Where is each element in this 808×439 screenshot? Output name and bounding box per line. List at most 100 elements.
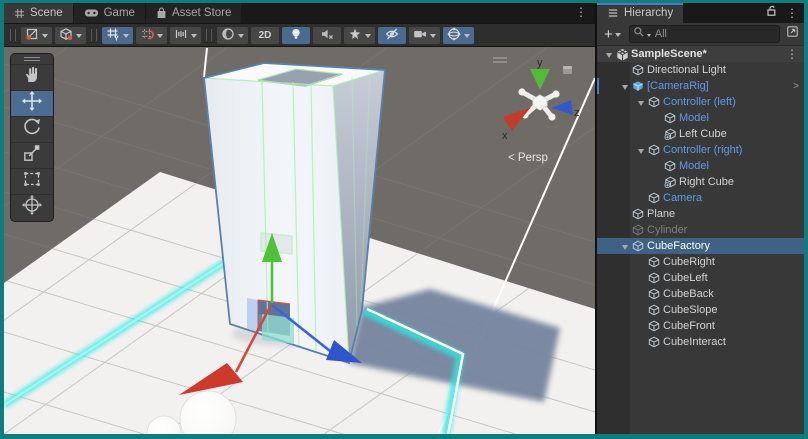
chevron-down-icon[interactable] [238, 34, 244, 41]
transform-icon [21, 194, 43, 221]
hierarchy-item-cubefactory[interactable]: CubeFactory [597, 238, 804, 254]
chevron-down-icon[interactable] [157, 34, 163, 41]
effects-button[interactable] [344, 27, 375, 44]
camera-icon [413, 27, 427, 44]
tab-hierarchy[interactable]: Hierarchy [597, 3, 684, 23]
hierarchy-item-directional-light[interactable]: Directional Light [597, 62, 804, 78]
cube-icon [663, 112, 677, 124]
snap-increment-button[interactable] [170, 27, 201, 44]
search-filter-chevron-icon[interactable] [647, 34, 651, 39]
hierarchy-item-right-cube[interactable]: Right Cube [597, 174, 804, 190]
cube-icon [647, 192, 661, 204]
scene-3d-canvas[interactable]: y x z < Persp [4, 47, 595, 434]
gizmos-button[interactable] [443, 27, 474, 44]
projection-label[interactable]: < Persp [508, 152, 548, 164]
scene-panel-menu-icon[interactable]: ⋮ [575, 6, 587, 18]
scene-menu-icon[interactable]: ⋮ [786, 48, 798, 60]
bag-icon [156, 7, 167, 19]
hierarchy-item-cuberight[interactable]: CubeRight [597, 254, 804, 270]
tab-asset-store[interactable]: Asset Store [146, 3, 242, 23]
hierarchy-item-cubeinteract[interactable]: CubeInteract [597, 334, 804, 350]
cube-icon [647, 304, 661, 316]
foldout-open-icon[interactable] [635, 96, 647, 109]
hierarchy-tab-label: Hierarchy [624, 7, 673, 19]
prefab-cube-icon [631, 80, 645, 92]
foldout-open-icon[interactable] [603, 48, 615, 61]
grid-snap-icon [140, 27, 154, 44]
hierarchy-item-cubeslope[interactable]: CubeSlope [597, 302, 804, 318]
scene-lighting-button[interactable] [282, 27, 310, 44]
hierarchy-item-cylinder[interactable]: Cylinder [597, 222, 804, 238]
item-label: CubeRight [663, 256, 715, 268]
tab-scene[interactable]: Scene [4, 3, 74, 23]
create-object-button[interactable]: + [602, 27, 623, 42]
item-label: Controller (left) [663, 96, 736, 108]
foldout-open-icon[interactable] [619, 240, 631, 253]
create-object-label: + [604, 27, 613, 42]
chevron-down-icon[interactable] [430, 34, 436, 41]
tower-model[interactable] [204, 63, 385, 363]
item-label: CubeLeft [663, 272, 708, 284]
hierarchy-panel-menu-icon[interactable]: ⋮ [786, 7, 798, 19]
hierarchy-item-cubeleft[interactable]: CubeLeft [597, 270, 804, 286]
scene-viewport[interactable]: y x z < Persp [4, 46, 595, 434]
cube-added-icon [663, 176, 677, 188]
chevron-down-icon[interactable] [123, 34, 129, 41]
chevron-down-icon[interactable] [191, 34, 197, 41]
item-label: CubeFront [663, 320, 715, 332]
mode-2d-button[interactable]: 2D [251, 27, 279, 44]
hierarchy-item-plane[interactable]: Plane [597, 206, 804, 222]
hierarchy-tree: SampleScene*⋮ Directional Light [CameraRig… [597, 46, 804, 434]
hierarchy-item-model[interactable]: Model [597, 110, 804, 126]
scale-tool-button[interactable] [11, 142, 53, 168]
rect-icon [21, 168, 43, 195]
foldout-open-icon[interactable] [635, 144, 647, 157]
chevron-down-icon[interactable] [42, 34, 48, 41]
hierarchy-item-controller-left[interactable]: Controller (left) [597, 94, 804, 110]
rect-tool-button[interactable] [11, 168, 53, 194]
scene-visibility-button[interactable] [378, 27, 406, 44]
open-search-window-icon[interactable] [786, 25, 799, 43]
lock-open-icon[interactable] [765, 4, 778, 22]
move-tool-button[interactable] [11, 90, 53, 116]
hierarchy-item-camerarig[interactable]: [CameraRig]> [597, 78, 804, 94]
toolbar-group-handle[interactable] [91, 29, 97, 41]
chevron-down-icon[interactable] [76, 34, 82, 41]
grid-snapping-button[interactable] [136, 27, 167, 44]
grid-axis-y-button[interactable]: Y [102, 27, 133, 44]
bulb-icon [289, 27, 303, 44]
item-label: Cylinder [647, 224, 687, 236]
hierarchy-item-camera[interactable]: Camera [597, 190, 804, 206]
rotate-tool-button[interactable] [11, 116, 53, 142]
hierarchy-toolbar: + [597, 23, 804, 46]
hierarchy-item-model[interactable]: Model [597, 158, 804, 174]
shading-mode-button[interactable] [217, 27, 248, 44]
item-label: Directional Light [647, 64, 726, 76]
chevron-down-icon[interactable] [365, 34, 371, 41]
toolbar-group-handle[interactable] [10, 29, 16, 41]
hierarchy-item-samplescene[interactable]: SampleScene*⋮ [597, 46, 804, 62]
hierarchy-searchbox[interactable] [629, 25, 780, 43]
hierarchy-item-left-cube[interactable]: Left Cube [597, 126, 804, 142]
hierarchy-item-cubeback[interactable]: CubeBack [597, 286, 804, 302]
cube-icon [631, 240, 645, 252]
tools-overlay-handle[interactable] [11, 54, 53, 64]
camera-view-mode-button[interactable] [55, 27, 86, 44]
prefab-override-bar [597, 78, 599, 94]
tab-game[interactable]: Game [74, 3, 146, 23]
hierarchy-item-cubefront[interactable]: CubeFront [597, 318, 804, 334]
foldout-open-icon[interactable] [619, 80, 631, 93]
hierarchy-item-controller-right[interactable]: Controller (right) [597, 142, 804, 158]
gizmo-plane-handle[interactable] [247, 298, 258, 332]
view-tool-button[interactable] [11, 64, 53, 90]
hierarchy-search-input[interactable] [653, 27, 776, 41]
transform-tool-button[interactable] [11, 194, 53, 220]
camera-settings-button[interactable] [409, 27, 440, 44]
item-label: CubeBack [663, 288, 714, 300]
toolbar-group-handle[interactable] [206, 29, 212, 41]
chevron-down-icon[interactable] [464, 34, 470, 41]
scene-audio-button[interactable] [313, 27, 341, 44]
prefab-open-chevron-icon[interactable]: > [793, 81, 799, 92]
effects-icon [348, 27, 362, 44]
draw-mode-button[interactable] [21, 27, 52, 44]
